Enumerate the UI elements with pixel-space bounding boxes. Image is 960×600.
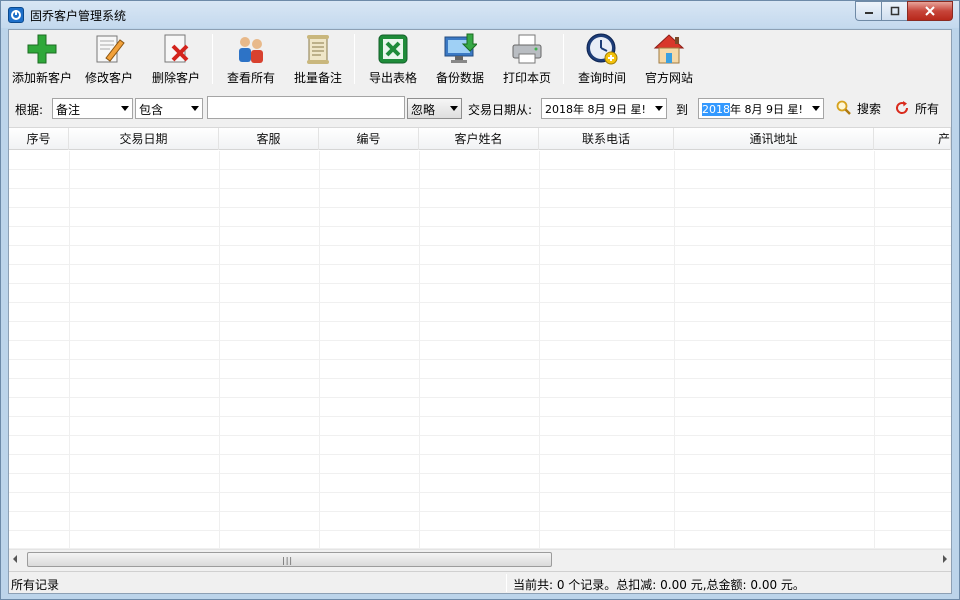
column-header-phone[interactable]: 联系电话	[539, 128, 674, 150]
view-all-button[interactable]: 查看所有	[225, 32, 277, 88]
official-site-label: 官方网站	[644, 71, 693, 85]
scroll-icon	[301, 32, 335, 66]
toolbar: 添加新客户 修改客户 删除客户 查看所有 批量备注 导出表格 备份数据 打印本页…	[9, 30, 951, 90]
delete-customer-label: 删除客户	[151, 71, 200, 85]
chevron-down-icon	[121, 106, 129, 111]
scroll-left-icon[interactable]	[13, 555, 17, 563]
batch-note-button[interactable]: 批量备注	[292, 32, 344, 88]
search-icon	[836, 100, 851, 115]
column-header-product[interactable]: 产	[874, 128, 951, 150]
refresh-icon	[896, 101, 909, 114]
add-customer-label: 添加新客户	[11, 71, 72, 85]
column-divider	[874, 151, 875, 548]
toolbar-separator	[354, 34, 355, 84]
date-to-year-selected: 2018	[702, 103, 730, 116]
edit-icon	[92, 32, 126, 66]
basis-label: 根据:	[15, 103, 44, 117]
printer-icon	[510, 32, 544, 66]
ignore-select[interactable]: 忽略	[407, 98, 462, 119]
backup-data-label: 备份数据	[435, 71, 484, 85]
backup-data-button[interactable]: 备份数据	[434, 32, 486, 88]
search-button[interactable]: 搜索	[836, 98, 881, 118]
official-site-button[interactable]: 官方网站	[643, 32, 695, 88]
filter-bar: 根据: 备注 包含 忽略 交易日期从: 2018年 8月 9日 星! 到 201…	[9, 92, 951, 124]
monitor-download-icon	[443, 32, 479, 66]
ignore-select-value: 忽略	[411, 103, 436, 117]
column-header-address[interactable]: 通讯地址	[674, 128, 874, 150]
close-icon	[925, 6, 935, 16]
column-header-number[interactable]: 编号	[319, 128, 419, 150]
app-window: 固乔客户管理系统 添加新客户 修改客户 删除客户 查看所有 批量备注 导出表格 …	[0, 0, 960, 600]
window-title: 固乔客户管理系统	[30, 9, 127, 23]
column-divider	[319, 151, 320, 548]
minimize-icon	[864, 12, 873, 14]
date-from-picker[interactable]: 2018年 8月 9日 星!	[541, 98, 667, 119]
column-divider	[419, 151, 420, 548]
toolbar-separator	[212, 34, 213, 84]
status-records-label: 所有记录	[11, 578, 60, 592]
date-to-rest: 年 8月 9日 星!	[730, 103, 803, 116]
column-divider	[219, 151, 220, 548]
query-time-button[interactable]: 查询时间	[576, 32, 628, 88]
chevron-down-icon	[655, 106, 663, 111]
add-customer-button[interactable]: 添加新客户	[11, 32, 73, 88]
minimize-button[interactable]	[855, 1, 881, 21]
excel-icon	[376, 32, 410, 66]
export-table-label: 导出表格	[368, 71, 417, 85]
app-logo-icon	[8, 7, 24, 23]
column-header-index[interactable]: 序号	[9, 128, 69, 150]
maximize-button[interactable]	[881, 1, 907, 21]
date-to-label: 到	[676, 103, 689, 117]
print-page-label: 打印本页	[502, 71, 551, 85]
show-all-button[interactable]: 所有	[894, 98, 939, 118]
column-divider	[69, 151, 70, 548]
show-all-label: 所有	[915, 101, 940, 116]
house-icon	[652, 32, 686, 66]
chevron-down-icon	[812, 106, 820, 111]
field-select[interactable]: 备注	[52, 98, 133, 119]
clock-icon	[585, 32, 619, 66]
table-body[interactable]	[9, 151, 951, 548]
edit-customer-button[interactable]: 修改客户	[83, 32, 135, 88]
search-label: 搜索	[857, 101, 882, 116]
column-header-service[interactable]: 客服	[219, 128, 319, 150]
delete-icon	[159, 32, 193, 66]
add-icon	[25, 32, 59, 66]
main-panel: 添加新客户 修改客户 删除客户 查看所有 批量备注 导出表格 备份数据 打印本页…	[8, 29, 952, 594]
horizontal-scrollbar[interactable]: |||	[9, 549, 951, 568]
field-select-value: 备注	[56, 103, 81, 117]
date-to-picker[interactable]: 2018年 8月 9日 星!	[698, 98, 824, 119]
date-from-value: 2018年 8月 9日 星!	[545, 103, 646, 116]
scrollbar-thumb[interactable]: |||	[27, 552, 552, 567]
maximize-icon	[890, 6, 899, 16]
batch-note-label: 批量备注	[293, 71, 342, 85]
people-icon	[234, 32, 268, 66]
match-select[interactable]: 包含	[135, 98, 203, 119]
column-divider	[674, 151, 675, 548]
export-table-button[interactable]: 导出表格	[367, 32, 419, 88]
keyword-input[interactable]	[207, 96, 405, 119]
column-divider	[539, 151, 540, 548]
title-bar[interactable]: 固乔客户管理系统	[1, 1, 959, 28]
close-button[interactable]	[907, 1, 953, 21]
query-time-label: 查询时间	[577, 71, 626, 85]
chevron-down-icon	[191, 106, 199, 111]
chevron-down-icon	[450, 106, 458, 111]
scroll-right-icon[interactable]	[943, 555, 947, 563]
status-divider	[506, 574, 507, 592]
scrollbar-grip-icon: |||	[282, 556, 294, 565]
status-summary: 当前共: 0 个记录。总扣减: 0.00 元,总金额: 0.00 元。	[513, 578, 805, 592]
customer-table[interactable]: 序号 交易日期 客服 编号 客户姓名 联系电话 通讯地址 产	[9, 127, 951, 548]
column-header-trade-date[interactable]: 交易日期	[69, 128, 219, 150]
date-from-label: 交易日期从:	[468, 103, 533, 117]
table-header: 序号 交易日期 客服 编号 客户姓名 联系电话 通讯地址 产	[9, 128, 951, 150]
column-header-customer-name[interactable]: 客户姓名	[419, 128, 539, 150]
status-bar: 所有记录 当前共: 0 个记录。总扣减: 0.00 元,总金额: 0.00 元。	[9, 571, 951, 593]
edit-customer-label: 修改客户	[84, 71, 133, 85]
delete-customer-button[interactable]: 删除客户	[150, 32, 202, 88]
match-select-value: 包含	[139, 103, 164, 117]
print-page-button[interactable]: 打印本页	[501, 32, 553, 88]
view-all-label: 查看所有	[226, 71, 275, 85]
toolbar-separator	[563, 34, 564, 84]
